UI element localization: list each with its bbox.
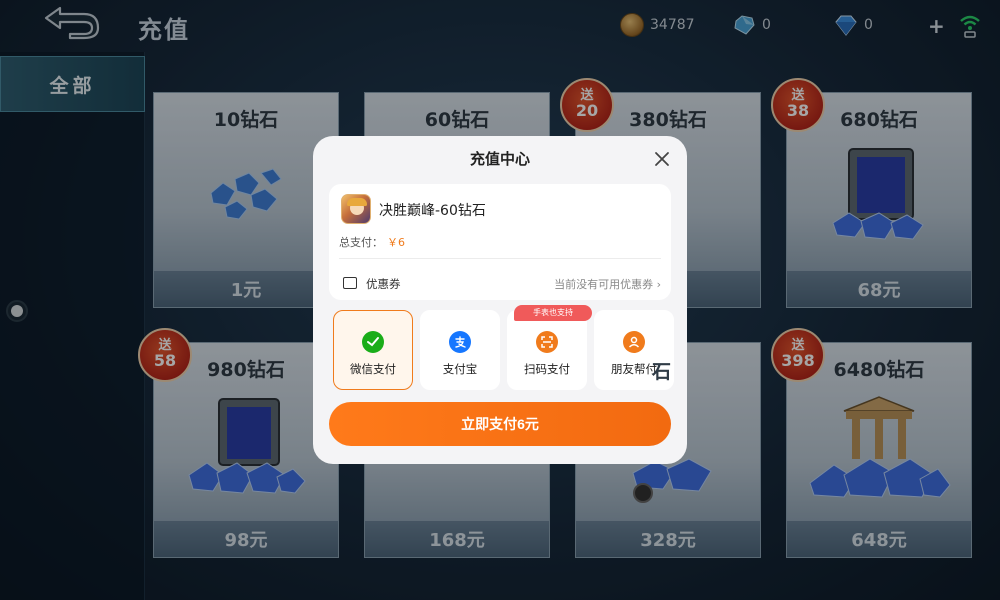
close-icon[interactable]	[653, 150, 671, 168]
pay-option-scan[interactable]: 手表也支持 扫码支付	[507, 305, 592, 390]
chevron-right-icon: ›	[656, 278, 661, 291]
coupon-label: 优惠券	[366, 277, 401, 291]
total-row: 总支付： ￥6	[339, 234, 405, 250]
pay-now-button[interactable]: 立即支付6元	[329, 402, 671, 446]
pay-option-label: 微信支付	[350, 362, 396, 376]
pay-option-label: 支付宝	[442, 362, 478, 376]
coupon-icon	[343, 277, 357, 289]
coupon-selector[interactable]: 当前没有可用优惠券 ›	[554, 276, 661, 292]
pay-option-alipay[interactable]: 支付宝	[420, 310, 500, 390]
product-name-partial: 石	[652, 361, 672, 383]
divider	[339, 258, 661, 259]
coupon-status: 当前没有可用优惠券	[554, 278, 654, 291]
total-amount: ￥6	[387, 236, 405, 249]
scan-pay-icon	[536, 331, 558, 353]
scan-badge: 手表也支持	[514, 305, 592, 321]
wechat-pay-icon	[362, 331, 384, 353]
game-avatar	[341, 194, 371, 224]
pay-option-wechat[interactable]: 微信支付	[333, 310, 413, 390]
friend-pay-icon	[623, 331, 645, 353]
dialog-title: 充值中心	[469, 150, 530, 168]
alipay-icon	[449, 331, 471, 353]
order-product-name: 决胜巅峰-60钻石	[379, 203, 486, 219]
order-summary: 决胜巅峰-60钻石 总支付： ￥6 优惠券 当前没有可用优惠券 ›	[329, 184, 671, 300]
total-label: 总支付：	[339, 236, 383, 249]
pay-option-label: 扫码支付	[524, 362, 570, 376]
recharge-dialog: 充值中心 决胜巅峰-60钻石 总支付： ￥6 优惠券 当前没有可用优惠券 › 微信…	[313, 136, 687, 464]
payment-methods: 微信支付 支付宝 手表也支持 扫码支付 朋友帮付	[333, 305, 674, 392]
